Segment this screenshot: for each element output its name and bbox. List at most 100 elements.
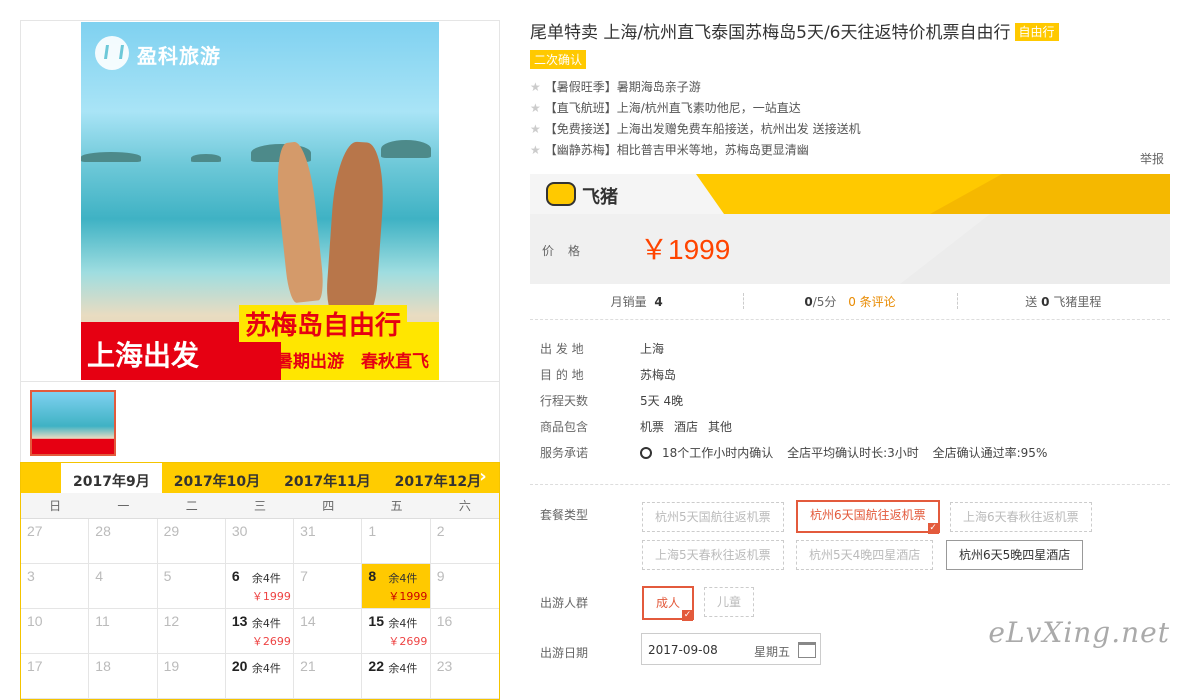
banner-title: 苏梅岛自由行 — [239, 305, 408, 342]
day-number: 17 — [27, 658, 43, 674]
traveler-option-child[interactable]: 儿童 — [704, 587, 755, 617]
trip-info: 出 发 地 上海 目 的 地 苏梅岛 行程天数 5天 4晚 商品包含 机票 酒店其… — [540, 336, 1170, 466]
calendar-day: 5 — [157, 564, 226, 609]
tab-month-1[interactable]: 2017年9月 — [61, 463, 162, 493]
banner-subtitle: 暑期出游 春秋直飞 — [276, 352, 429, 372]
thumbnail-strip — [20, 382, 500, 464]
island-shape — [381, 140, 431, 158]
feature-text: 【幽静苏梅】相比普吉甲米等地，苏梅岛更显清幽 — [544, 143, 809, 157]
day-number: 7 — [300, 568, 308, 584]
star-icon: ★ — [530, 143, 541, 157]
day-number: 28 — [95, 523, 111, 539]
day-number: 9 — [436, 568, 445, 584]
info-label: 出 发 地 — [540, 342, 584, 356]
package-option[interactable]: 上海6天春秋往返机票 — [950, 502, 1092, 532]
package-option-selected[interactable]: 杭州6天国航往返机票 — [796, 500, 940, 534]
package-option[interactable]: 杭州5天4晚四星酒店 — [796, 540, 934, 570]
info-value: 5天 4晚 — [640, 394, 684, 408]
day-number: 2 — [436, 523, 445, 539]
store-name[interactable]: 飞猪 — [582, 183, 618, 209]
day-price: ￥1999 — [251, 590, 291, 603]
star-icon: ★ — [530, 80, 541, 94]
report-link[interactable]: 举报 — [1140, 150, 1164, 167]
day-stock: 余4件 — [388, 662, 418, 675]
traveler-label: 出游人群 — [540, 596, 589, 610]
package-option[interactable]: 上海5天春秋往返机票 — [642, 540, 784, 570]
star-icon: ★ — [530, 101, 541, 115]
day-number: 22 — [368, 658, 384, 674]
package-option[interactable]: 杭州6天5晚四星酒店 — [946, 540, 1084, 570]
chevron-right-icon[interactable]: › — [471, 466, 495, 490]
sales-label: 月销量 — [610, 295, 647, 309]
calendar-day: 18 — [89, 654, 158, 699]
weekday-label: 三 — [253, 499, 266, 513]
brand-logo-text: 盈科旅游 — [137, 44, 221, 68]
woman-figure — [272, 140, 326, 304]
calendar-weekday-header: 日 一 二 三 四 五 六 — [21, 493, 499, 519]
type-badge: 自由行 — [1014, 23, 1059, 41]
calendar-day[interactable]: 20 余4件 — [225, 654, 295, 699]
calendar-day[interactable]: 22 余4件 — [362, 654, 431, 699]
rating-value: 0 — [804, 295, 813, 309]
calendar-day: 10 — [21, 609, 90, 654]
calendar-day: 14 — [294, 609, 363, 654]
thumbnail-1[interactable] — [30, 390, 116, 456]
calendar-day[interactable]: 13 余4件 ￥2699 — [225, 609, 295, 654]
calendar-day: 19 — [157, 654, 226, 699]
info-row-includes: 商品包含 机票 酒店 其他 — [540, 414, 1170, 440]
calendar-day[interactable]: 8 余4件 ￥1999 — [362, 564, 431, 609]
info-label: 目 的 地 — [540, 368, 584, 382]
day-stock: 余4件 — [251, 662, 281, 675]
calendar-day[interactable]: 6 余4件 ￥1999 — [225, 564, 295, 609]
mileage-suffix: 飞猪里程 — [1053, 295, 1102, 309]
calendar-icon[interactable] — [798, 642, 816, 658]
day-price: ￥2699 — [388, 635, 428, 648]
calendar-day: 21 — [294, 654, 363, 699]
include-item: 其他 — [708, 420, 733, 434]
package-label: 套餐类型 — [540, 508, 589, 522]
product-info: 尾单特卖 上海/杭州直飞泰国苏梅岛5天/6天往返特价机票自由行 自由行 二次确认 … — [530, 20, 1170, 665]
calendar-day: 16 — [430, 609, 499, 654]
calendar-day[interactable]: 15 余4件 ￥2699 — [362, 609, 431, 654]
feature-text: 【免费接送】上海出发赠免费车船接送，杭州出发 送接送机 — [544, 122, 861, 136]
main-product-image[interactable]: 盈科旅游 上海出发 苏梅岛自由行 暑期出游 春秋直飞 — [81, 22, 439, 380]
day-number: 18 — [95, 658, 111, 674]
feature-item: ★ 【暑假旺季】暑期海岛亲子游 — [530, 77, 1170, 98]
package-option[interactable]: 杭州5天国航往返机票 — [642, 502, 784, 532]
mileage: 送 0 飞猪里程 — [956, 293, 1170, 310]
feature-text: 【暑假旺季】暑期海岛亲子游 — [544, 80, 701, 94]
monthly-sales: 月销量 4 — [530, 293, 743, 310]
feature-text: 【直飞航班】上海/杭州直飞素叻他尼，一站直达 — [544, 101, 801, 115]
weekday-label: 五 — [390, 499, 403, 513]
calendar-day: 31 — [294, 519, 363, 564]
day-number: 15 — [368, 613, 384, 629]
date-weekday: 星期五 — [753, 645, 790, 659]
day-number: 19 — [163, 658, 180, 674]
info-label: 商品包含 — [540, 420, 589, 434]
date-input[interactable]: 2017-09-08 星期五 — [641, 633, 821, 665]
store-bar: 飞猪 — [530, 174, 1170, 214]
day-number: 10 — [27, 613, 43, 629]
feature-item: ★ 【幽静苏梅】相比普吉甲米等地，苏梅岛更显清幽 — [530, 140, 1170, 161]
weekday-label: 四 — [322, 499, 335, 513]
info-value: 苏梅岛 — [640, 368, 677, 382]
stats-bar: 月销量 4 0/5分 0 条评论 送 0 飞猪里程 — [530, 284, 1170, 320]
include-item: 酒店 — [674, 420, 699, 434]
tab-month-3[interactable]: 2017年11月 — [272, 463, 382, 493]
date-value: 2017-09-08 — [648, 643, 718, 657]
day-number: 16 — [436, 613, 453, 629]
info-label: 服务承诺 — [540, 446, 589, 460]
man-figure — [324, 140, 388, 319]
calendar-day: 11 — [89, 609, 158, 654]
watermark: eLvXing.net — [988, 616, 1170, 649]
tab-month-2[interactable]: 2017年10月 — [162, 463, 272, 493]
product-title: 尾单特卖 上海/杭州直飞泰国苏梅岛5天/6天往返特价机票自由行 自由行 — [530, 20, 1170, 46]
info-row-destination: 目 的 地 苏梅岛 — [540, 362, 1170, 388]
include-item: 机票 — [640, 420, 665, 434]
mileage-prefix: 送 — [1025, 295, 1038, 309]
traveler-option-adult[interactable]: 成人 — [642, 586, 695, 621]
reviews-link[interactable]: 0 条评论 — [848, 295, 895, 309]
calendar-day: 28 — [89, 519, 158, 564]
day-price: ￥1999 — [388, 590, 428, 603]
island-shape — [81, 152, 141, 162]
